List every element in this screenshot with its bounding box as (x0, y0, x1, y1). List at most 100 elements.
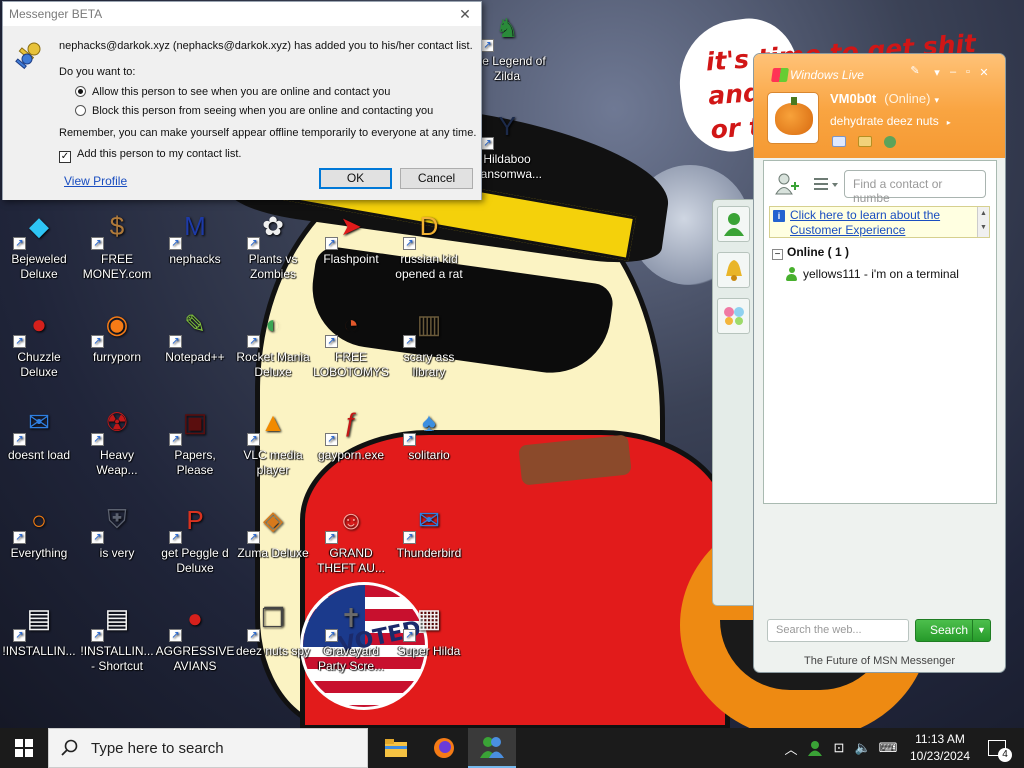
desktop-icon[interactable]: ♠ ↗ solitario (390, 396, 468, 492)
add-contact-option[interactable]: ✓ Add this person to my contact list. (59, 148, 241, 163)
desktop-icon[interactable]: $ ↗ FREE MONEY.com (78, 200, 156, 296)
desktop-icon[interactable]: D ↗ russian kid opened a rat (390, 200, 468, 296)
view-profile-link[interactable]: View Profile (64, 174, 127, 188)
list-view-icon[interactable] (812, 173, 840, 195)
minimize-icon[interactable]: – (946, 66, 960, 78)
search-dropdown-icon[interactable]: ▼ (972, 620, 990, 641)
shortcut-arrow-icon: ↗ (91, 531, 104, 544)
contact-name: yellows111 - i'm on a terminal (803, 267, 959, 281)
bell-icon (725, 260, 742, 281)
contacts-tab[interactable] (717, 206, 750, 242)
desktop-icon[interactable]: ▦ ↗ Super Hilda (390, 592, 468, 688)
allow-radio[interactable] (75, 86, 86, 97)
notification-center-icon[interactable]: 4 (980, 728, 1014, 768)
tray-messenger-icon[interactable] (804, 728, 826, 768)
file-explorer-button[interactable] (372, 728, 420, 768)
online-group-header[interactable]: − Online ( 1 ) (772, 245, 849, 260)
allow-option[interactable]: Allow this person to see when you are on… (75, 86, 390, 98)
volume-icon[interactable]: 🔈 (852, 728, 874, 768)
status-label[interactable]: (Online) (884, 91, 930, 106)
ok-button[interactable]: OK (319, 168, 392, 189)
shortcut-arrow-icon: ↗ (481, 39, 494, 52)
desktop-icon[interactable]: ⛨ ↗ is very (78, 494, 156, 590)
cancel-button[interactable]: Cancel (400, 168, 473, 189)
close-icon[interactable]: ✕ (977, 66, 991, 79)
maximize-icon[interactable]: ▫ (961, 66, 975, 78)
desktop-icon[interactable]: ☢ ↗ Heavy Weap... (78, 396, 156, 492)
msn-tools-icon[interactable]: ✎ (908, 64, 922, 77)
desktop-icon[interactable]: ▲ ↗ VLC media player (234, 396, 312, 492)
shortcut-arrow-icon: ↗ (13, 433, 26, 446)
close-icon[interactable]: ✕ (455, 4, 475, 24)
show-hidden-icons-chevron-icon[interactable]: ︿ (782, 728, 800, 768)
desktop-icon[interactable]: ☺ ↗ GRAND THEFT AU... (312, 494, 390, 590)
clock[interactable]: 11:13 AM 10/23/2024 (900, 731, 980, 765)
flower-icon: ✿ ↗ (247, 206, 293, 250)
add-contact-icon[interactable] (774, 173, 800, 195)
desktop-icon[interactable]: ○ ↗ Everything (0, 494, 78, 590)
menu-chevron-icon[interactable]: ▾ (930, 66, 944, 79)
shortcut-arrow-icon: ↗ (91, 335, 104, 348)
personal-message[interactable]: dehydrate deez nuts ▸ (830, 114, 951, 128)
desktop-icon[interactable]: ➤ ↗ Flashpoint (312, 200, 390, 296)
dialog-titlebar[interactable]: Messenger BETA ✕ (3, 2, 481, 26)
desktop-icon[interactable]: M ↗ nephacks (156, 200, 234, 296)
folder-icon[interactable] (858, 136, 872, 147)
web-search-input[interactable]: Search the web... (767, 619, 909, 642)
desktop-icon[interactable]: ◐ ↗ Rocket Mania Deluxe (234, 298, 312, 394)
globe-icon[interactable] (884, 136, 896, 148)
alerts-tab[interactable] (717, 252, 750, 288)
display-picture[interactable] (767, 92, 819, 144)
desktop-icon[interactable]: ▥ ↗ scary ass library (390, 298, 468, 394)
desktop-icon[interactable]: ◉ ↗ furryporn (78, 298, 156, 394)
dialog-question: Do you want to: (59, 66, 136, 78)
messenger-taskbar-button[interactable] (468, 728, 516, 768)
find-contact-input[interactable]: Find a contact or numbe (844, 170, 986, 205)
status-chevron-icon[interactable]: ▾ (934, 95, 939, 105)
desktop-icon[interactable]: ✉ ↗ doesnt load (0, 396, 78, 492)
shortcut-arrow-icon: ↗ (325, 629, 338, 642)
desktop-icon[interactable]: ❐ ↗ deez nuts spy (234, 592, 312, 688)
msn-side-tabs (712, 199, 754, 606)
desktop-icon[interactable]: ✝ ↗ Graveyard Party Scre... (312, 592, 390, 688)
windows-flag-icon (771, 68, 789, 82)
mail-icon[interactable] (832, 136, 846, 147)
desktop-icon-label: Rocket Mania Deluxe (236, 350, 310, 379)
social-tab[interactable] (717, 298, 750, 334)
network-icon[interactable]: ⊡ (828, 728, 850, 768)
firefox-taskbar-button[interactable] (420, 728, 468, 768)
desktop-icon[interactable]: ◆ ↗ Bejeweled Deluxe (0, 200, 78, 296)
shortcut-arrow-icon: ↗ (91, 433, 104, 446)
taskbar-search-box[interactable]: Type here to search (48, 728, 368, 768)
desktop-icon-label: Graveyard Party Scre... (317, 644, 385, 673)
contact-item[interactable]: yellows111 - i'm on a terminal (786, 267, 959, 281)
promo-scroll-arrows[interactable]: ▲ ▼ (977, 207, 989, 237)
desktop-icon[interactable]: ✎ ↗ Notepad++ (156, 298, 234, 394)
desktop-icon[interactable]: ✿ ↗ Plants vs Zombies (234, 200, 312, 296)
desktop-icon[interactable]: ▤ ↗ !INSTALLIN... (0, 592, 78, 688)
add-contact-checkbox[interactable]: ✓ (59, 151, 71, 163)
keyboard-icon[interactable]: ⌨ (876, 728, 900, 768)
desktop-icon[interactable]: P ↗ get Peggle d Deluxe (156, 494, 234, 590)
desktop-icon-label: GRAND THEFT AU... (317, 546, 385, 575)
block-radio[interactable] (75, 105, 86, 116)
desktop-icon[interactable]: ● ↗ AGGRESSIVE AVIANS (156, 592, 235, 688)
desktop-icon[interactable]: ƒ ↗ gayporn.exe (312, 396, 390, 492)
desktop-icon[interactable]: ▣ ↗ Papers, Please (156, 396, 234, 492)
block-option[interactable]: Block this person from seeing when you a… (75, 105, 433, 117)
desktop-icon[interactable]: ▤ ↗ !INSTALLIN... - Shortcut (78, 592, 156, 688)
user-display-name[interactable]: VM0b0t (Online) ▾ (830, 91, 939, 106)
promo-link[interactable]: Click here to learn about the Customer E… (790, 208, 975, 238)
desktop-icon[interactable]: ✉ ↗ Thunderbird (390, 494, 468, 590)
start-button[interactable] (0, 728, 48, 768)
search-button[interactable]: Search ▼ (915, 619, 991, 642)
shortcut-arrow-icon: ↗ (247, 433, 260, 446)
desktop-icon[interactable]: ◈ ↗ Zuma Deluxe (234, 494, 312, 590)
desktop-icon[interactable]: ◔ ↗ FREE LOBOTOMYS (312, 298, 390, 394)
desktop-icon[interactable]: ● ↗ Chuzzle Deluxe (0, 298, 78, 394)
desktop-icon-label: Bejeweled Deluxe (11, 252, 67, 281)
vlc-cone-icon: ▲ ↗ (247, 402, 293, 446)
de-logo-icon: D ↗ (403, 206, 449, 250)
collapse-icon[interactable]: − (772, 249, 783, 260)
psm-arrow-icon[interactable]: ▸ (947, 118, 951, 127)
